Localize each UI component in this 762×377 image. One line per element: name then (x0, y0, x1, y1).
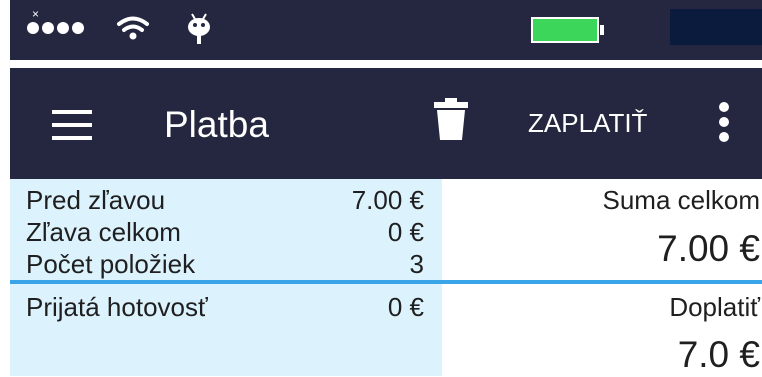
remaining-label: Doplatiť (669, 292, 760, 322)
pay-button[interactable]: ZAPLATIŤ (528, 106, 647, 140)
cash-received-value: 0 € (387, 292, 424, 322)
menu-icon[interactable] (52, 110, 92, 140)
total-label: Suma celkom (602, 185, 761, 215)
item-count-value: 3 (409, 249, 424, 279)
cash-received-label: Prijatá hotovosť (26, 292, 208, 322)
totals-panel: Suma celkom 7.00 € Doplatiť 7.0 € (442, 179, 762, 376)
discount-total-label: Zľava celkom (26, 217, 181, 247)
total-value: 7.00 € (657, 228, 760, 269)
trash-icon[interactable] (434, 98, 468, 140)
app-bar (10, 68, 762, 187)
more-vert-icon[interactable] (718, 102, 730, 142)
before-discount-label: Pred zľavou (26, 185, 166, 215)
battery-icon (531, 17, 604, 43)
page-title: Platba (164, 104, 269, 145)
close-mark-icon: × (32, 7, 40, 21)
before-discount-value: 7.00 € (351, 185, 424, 215)
summary-panel: Pred zľavou 7.00 € Zľava celkom 0 € Poče… (10, 179, 442, 376)
discount-total-value: 0 € (387, 217, 424, 247)
status-bar: × (10, 0, 762, 60)
signal-dots-icon (27, 22, 84, 34)
section-divider (10, 280, 762, 284)
android-icon (188, 13, 210, 44)
remaining-value: 7.0 € (677, 334, 760, 375)
wifi-icon (117, 16, 149, 40)
status-block (670, 9, 762, 45)
item-count-label: Počet položiek (26, 249, 196, 279)
